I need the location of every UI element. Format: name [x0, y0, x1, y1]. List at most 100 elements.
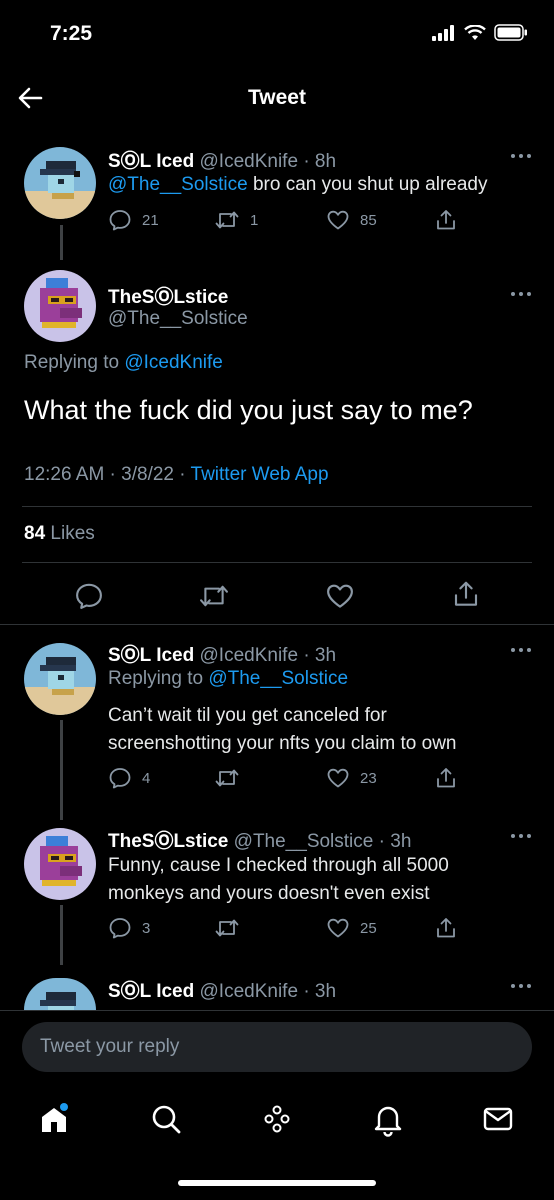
avatar[interactable] [24, 828, 96, 900]
more-options-icon[interactable] [510, 290, 532, 298]
avatar[interactable] [24, 643, 96, 715]
reply-input[interactable]: Tweet your reply [22, 1022, 532, 1072]
tweet-time: · 3h [303, 645, 337, 666]
retweet-icon [215, 769, 239, 787]
share-button[interactable] [434, 766, 458, 790]
tab-spaces[interactable] [257, 1099, 297, 1139]
handle[interactable]: @The__Solstice [108, 308, 248, 329]
heart-icon [327, 918, 349, 938]
display-name[interactable]: SⓄL Iced [108, 151, 194, 172]
tweet-header: TheSⓄLstice @The__Solstice · 3h [108, 826, 411, 853]
notifications-icon [374, 1106, 402, 1137]
share-button[interactable] [434, 916, 458, 940]
tweet-text: Can’t wait til you get canceled for scre… [108, 705, 457, 754]
reply-icon[interactable] [74, 581, 104, 611]
messages-icon [483, 1107, 513, 1131]
more-options-icon[interactable] [510, 646, 532, 654]
tweet-text: Funny, cause I checked through all 5000 … [108, 855, 449, 904]
replying-to-link[interactable]: @IcedKnife [124, 352, 223, 373]
tab-bar [0, 1085, 554, 1155]
pixel-art-avatar-icon [40, 836, 82, 886]
home-indicator[interactable] [178, 1180, 376, 1186]
page-title: Tweet [248, 86, 306, 109]
replying-to-link[interactable]: @The__Solstice [208, 668, 348, 689]
handle[interactable]: @IcedKnife [200, 645, 299, 666]
heart-icon [327, 768, 349, 788]
more-options-icon[interactable] [510, 832, 532, 840]
main-tweet-text: What the fuck did you just say to me? [24, 395, 473, 425]
reply-button[interactable]: 4 [108, 766, 150, 790]
divider [0, 624, 554, 625]
reply-count: 21 [142, 211, 159, 229]
timestamp: 12:26 AM · 3/8/22 · [24, 464, 191, 485]
home-icon [42, 1103, 68, 1132]
status-time: 7:25 [50, 22, 93, 45]
pixel-art-avatar-icon [24, 657, 96, 715]
replying-to: Replying to @The__Solstice [108, 668, 349, 689]
reply-count: 4 [142, 769, 151, 787]
handle[interactable]: @IcedKnife [200, 151, 299, 172]
replying-to: Replying to @IcedKnife [24, 352, 223, 373]
more-options-icon[interactable] [510, 982, 532, 990]
avatar[interactable] [24, 270, 96, 342]
avatar[interactable] [24, 147, 96, 219]
retweet-count: 1 [250, 211, 259, 229]
display-name[interactable]: TheSⓄLstice [108, 831, 228, 852]
share-button[interactable] [434, 208, 458, 232]
heart-icon[interactable] [325, 581, 355, 611]
likes-summary[interactable]: 84 Likes [24, 523, 95, 545]
share-icon [437, 918, 455, 938]
display-name[interactable]: SⓄL Iced [108, 981, 194, 1002]
battery-icon [494, 24, 527, 41]
more-options-icon[interactable] [510, 152, 532, 160]
like-count: 25 [360, 919, 377, 937]
source-link[interactable]: Twitter Web App [191, 464, 329, 485]
search-icon [152, 1105, 181, 1134]
like-button[interactable]: 25 [326, 916, 377, 940]
thread-line [60, 225, 63, 260]
heart-icon [327, 210, 349, 230]
spaces-icon [264, 1105, 290, 1133]
wifi-icon [464, 24, 486, 40]
tweet-header: SⓄL Iced @IcedKnife · 3h [108, 976, 336, 1003]
share-icon [437, 210, 455, 230]
signal-icon [432, 24, 454, 41]
likes-label: Likes [45, 523, 95, 544]
reply-button[interactable]: 21 [108, 208, 159, 232]
like-count: 23 [360, 769, 377, 787]
main-tweet-meta: 12:26 AM · 3/8/22 · Twitter Web App [24, 464, 329, 486]
handle[interactable]: @The__Solstice [234, 831, 374, 852]
display-name[interactable]: SⓄL Iced [108, 645, 194, 666]
retweet-button[interactable]: 1 [214, 208, 258, 232]
retweet-button[interactable] [214, 916, 240, 940]
share-icon[interactable] [451, 579, 481, 609]
like-count: 85 [360, 211, 377, 229]
tweet-actions: 3 25 [108, 916, 468, 944]
display-name[interactable]: TheSⓄLstice [108, 287, 228, 308]
retweet-button[interactable] [214, 766, 240, 790]
handle[interactable]: @IcedKnife [200, 981, 299, 1002]
likes-count: 84 [24, 523, 46, 544]
header: Tweet [0, 70, 554, 126]
tab-messages[interactable] [478, 1099, 518, 1139]
tweet-actions: 4 23 [108, 766, 468, 794]
tab-home[interactable] [34, 1099, 74, 1139]
like-button[interactable]: 85 [326, 208, 377, 232]
mention-link[interactable]: @The__Solstice [108, 174, 248, 195]
divider [22, 506, 532, 507]
reply-icon [109, 210, 131, 231]
tab-notifications[interactable] [368, 1099, 408, 1139]
tab-search[interactable] [146, 1099, 186, 1139]
status-bar: 7:25 [0, 0, 554, 70]
retweet-icon[interactable] [198, 581, 230, 611]
thread-line [60, 720, 63, 820]
reply-button[interactable]: 3 [108, 916, 150, 940]
avatar[interactable] [24, 978, 96, 1010]
like-button[interactable]: 23 [326, 766, 377, 790]
divider [0, 1010, 554, 1011]
reply-icon [109, 768, 131, 789]
thread-line [60, 905, 63, 965]
reply-icon [109, 918, 131, 939]
pixel-art-avatar-icon [40, 992, 76, 1010]
reply-placeholder: Tweet your reply [40, 1036, 180, 1057]
